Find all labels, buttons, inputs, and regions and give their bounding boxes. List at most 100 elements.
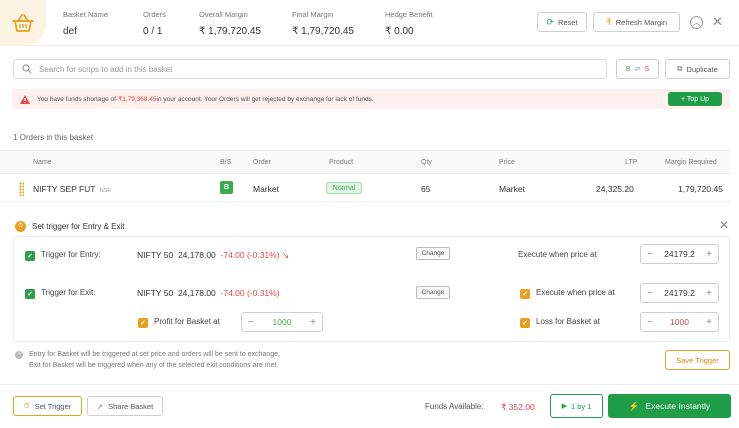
table-row[interactable]: NIFTY SEP FUT NSE B Market Normal 65 Mar… (0, 175, 731, 202)
note-line-1: i Entry for Basket will be triggered at … (15, 349, 280, 360)
share-icon: ➚ (96, 401, 104, 411)
exit-label: Trigger for Exit: (41, 288, 96, 297)
entry-symbol: NIFTY 50 (137, 250, 174, 260)
basket-name-label: Basket Name (63, 10, 109, 19)
one-by-one-label: 1 by 1 (570, 401, 592, 411)
loss-checkbox[interactable]: ✓ (520, 318, 530, 328)
order-ltp: 24,325.20 (596, 184, 634, 194)
overall-margin-label: Overall Margin (199, 10, 248, 19)
orders-value: 0 / 1 (143, 26, 163, 37)
duplicate-label: Duplicate (686, 64, 718, 74)
rupee-icon: ₹ (605, 16, 612, 27)
entry-execute-label: Execute when price at (518, 250, 597, 259)
one-by-one-button[interactable]: ▶ 1 by 1 (550, 394, 603, 418)
entry-instrument: NIFTY 50 24,178.00 -74.00 (-0.31%) ↘ (137, 250, 289, 261)
lightning-icon: ⚡ (628, 400, 640, 411)
exit-price-checkbox[interactable]: ✓ (520, 289, 530, 299)
col-margin: Margin Required (665, 159, 717, 166)
entry-checkbox[interactable]: ✓ (25, 251, 35, 261)
entry-price: 24,178.00 (177, 250, 216, 260)
final-margin-value: ₹ 1,79,720.45 (292, 26, 354, 37)
funds-available-value: ₹ 352.00 (501, 402, 535, 412)
exit-checkbox[interactable]: ✓ (25, 289, 35, 299)
warning-text-before: You have funds shortage of (37, 95, 116, 103)
orders-cell: Orders 0 / 1 (143, 10, 166, 37)
order-qty: 65 (421, 184, 431, 194)
entry-price-stepper[interactable]: − 24179.2 + (640, 244, 719, 264)
topup-button[interactable]: + Top Up (668, 92, 722, 106)
exit-symbol: NIFTY 50 (137, 288, 174, 298)
shortage-amount: -₹1,79,368.45 (115, 96, 157, 103)
refresh-icon: ⟳ (546, 16, 554, 27)
order-name: NIFTY SEP FUT NSE (33, 184, 111, 194)
execute-instantly-label: Execute Instantly (645, 401, 711, 411)
warning-icon (20, 94, 30, 104)
entry-change-button[interactable]: Change (416, 247, 450, 260)
plus-icon[interactable]: + (310, 317, 316, 328)
col-order: Order (253, 159, 271, 166)
share-basket-button[interactable]: ➚ Share Basket (87, 396, 163, 416)
final-margin-label: Final Margin (292, 10, 334, 19)
reset-button[interactable]: ⟳ Reset (537, 12, 587, 32)
exit-instrument: NIFTY 50 24,178.00 -74.00 (-0.31%) (137, 288, 280, 298)
search-bar[interactable] (13, 59, 607, 79)
execute-instantly-button[interactable]: ⚡ Execute Instantly (608, 394, 731, 418)
minus-icon[interactable]: − (647, 288, 653, 299)
entry-execute-value[interactable]: 24179.2 (664, 249, 695, 259)
sell-label: S (644, 65, 650, 73)
refresh-margin-button[interactable]: ₹ Refresh Margin (593, 12, 680, 32)
timer-icon: ⏱ (23, 401, 30, 410)
exit-change-button[interactable]: Change (416, 286, 450, 299)
profit-value[interactable]: 1000 (273, 317, 292, 327)
share-basket-label: Share Basket (108, 401, 154, 411)
funds-warning: You have funds shortage of -₹1,79,368.45… (12, 89, 730, 109)
exit-execute-value[interactable]: 24179.2 (664, 288, 695, 298)
col-name: Name (33, 159, 52, 166)
trigger-close-icon[interactable]: ✕ (719, 219, 729, 231)
basket-icon (0, 0, 46, 46)
basket-name-cell: Basket Name def (63, 10, 108, 37)
profit-checkbox[interactable]: ✓ (138, 318, 148, 328)
reset-label: Reset (557, 17, 578, 27)
search-input[interactable] (39, 64, 579, 74)
trigger-section-title: ⏱ Set trigger for Entry & Exit (15, 221, 124, 232)
set-trigger-button[interactable]: ⏱ Set Trigger (13, 396, 82, 416)
overall-margin-cell: Overall Margin ₹ 1,79,720.45 (199, 10, 261, 37)
footer-bar: ⏱ Set Trigger ➚ Share Basket Funds Avail… (0, 384, 739, 428)
col-product: Product (329, 159, 354, 166)
col-ltp: LTP (625, 159, 638, 166)
buy-badge[interactable]: B (220, 181, 233, 194)
basket-header: Basket Name def Orders 0 / 1 Overall Mar… (0, 0, 739, 46)
order-exchange: NSE (99, 188, 112, 194)
down-arrow-icon: ↘ (281, 250, 290, 260)
minus-icon[interactable]: − (647, 249, 653, 260)
save-trigger-button[interactable]: Save Trigger (665, 350, 730, 370)
note-2: Exit for Basket will be triggered when a… (29, 362, 279, 369)
plus-icon[interactable]: + (706, 317, 712, 328)
note-1: Entry for Basket will be triggered at se… (29, 351, 280, 358)
buy-sell-toggle[interactable]: B ⇄ S (616, 59, 659, 79)
trigger-title-text: Set trigger for Entry & Exit (32, 222, 125, 231)
profit-stepper[interactable]: − 1000 + (241, 312, 323, 332)
minus-icon[interactable]: − (248, 317, 254, 328)
exit-price-stepper[interactable]: − 24179.2 + (640, 283, 719, 303)
minus-icon[interactable]: − (647, 317, 653, 328)
plus-icon[interactable]: + (706, 249, 712, 260)
loss-stepper[interactable]: − 1000 + (640, 312, 719, 332)
funds-available-label: Funds Available: (425, 402, 484, 411)
loss-value[interactable]: 1000 (670, 317, 689, 327)
order-symbol: NIFTY SEP FUT (33, 184, 96, 194)
trigger-notes: i Entry for Basket will be triggered at … (15, 349, 280, 371)
hedge-benefit-value: ₹ 0.00 (385, 26, 414, 37)
orders-count: 1 Orders in this basket (13, 133, 94, 142)
plus-icon[interactable]: + (706, 288, 712, 299)
drag-handle-icon[interactable] (19, 182, 24, 196)
orders-table-header: Name B/S Order Product Qty Price LTP Mar… (0, 150, 731, 174)
duplicate-button[interactable]: ⧉ Duplicate (665, 59, 730, 79)
col-bs: B/S (220, 159, 232, 166)
close-icon[interactable]: ✕ (712, 15, 723, 28)
exit-change: -74.00 (-0.31%) (220, 288, 280, 298)
collapse-icon[interactable]: ︿ (690, 16, 703, 29)
col-qty: Qty (421, 159, 432, 166)
info-icon: i (15, 350, 23, 359)
